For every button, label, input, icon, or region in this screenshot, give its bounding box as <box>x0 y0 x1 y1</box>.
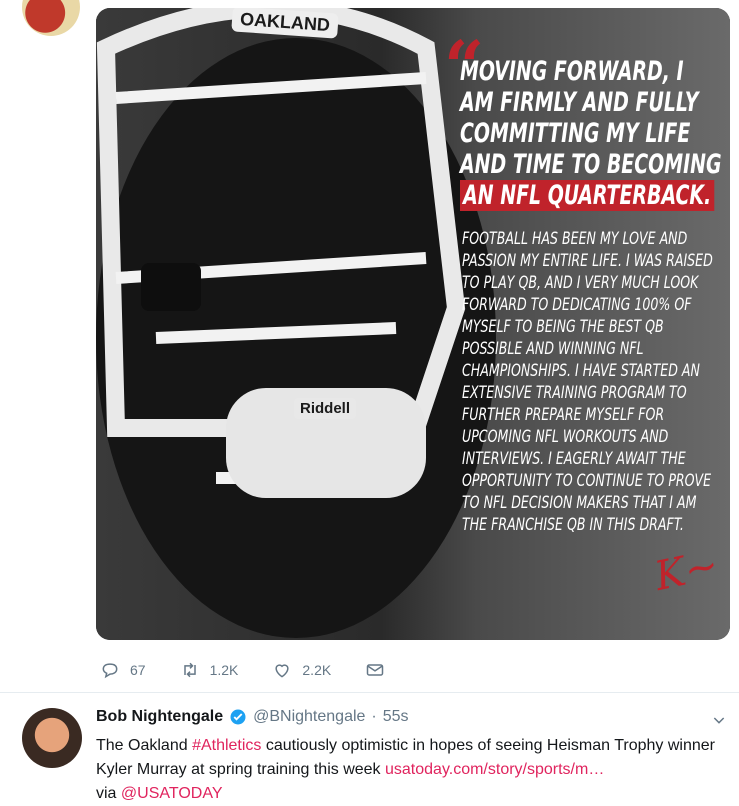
like-count: 2.2K <box>302 662 332 678</box>
chevron-down-icon[interactable] <box>711 712 727 728</box>
helmet-brand: Riddell <box>294 398 357 419</box>
retweet-button[interactable]: 1.2K <box>180 660 239 680</box>
headline-line: AND TIME TO BECOMING <box>460 149 722 180</box>
author-handle[interactable]: @BNightengale <box>253 708 365 726</box>
via-mention-link[interactable]: @USATODAY <box>121 785 223 802</box>
direct-message-button[interactable] <box>365 660 385 680</box>
headline-line: AM FIRMLY AND FULLY <box>460 87 699 118</box>
visor-clip <box>141 263 201 311</box>
tweet-divider <box>0 692 739 693</box>
reply-icon <box>102 663 118 679</box>
like-button[interactable]: 2.2K <box>272 660 331 680</box>
article-link[interactable]: usatoday.com/story/sports/m… <box>385 761 604 778</box>
avatar[interactable] <box>22 708 82 768</box>
reply-button[interactable]: 67 <box>100 660 146 680</box>
tweet-text: The Oakland #Athletics cautiously optimi… <box>96 734 726 806</box>
tweet-actions: 67 1.2K 2.2K <box>100 656 419 684</box>
reply-count: 67 <box>130 662 146 678</box>
tweet-header: Bob Nightengale @BNightengale · 55s <box>96 708 409 726</box>
author-name[interactable]: Bob Nightengale <box>96 708 223 726</box>
quote-block: “ MOVING FORWARD, I AM FIRMLY AND FULLY … <box>444 32 722 211</box>
envelope-icon <box>366 664 384 676</box>
quote-body: FOOTBALL HAS BEEN MY LOVE AND PASSION MY… <box>462 229 713 535</box>
tweet-dot: · <box>371 708 377 725</box>
headline-highlight: AN NFL QUARTERBACK. <box>460 180 715 211</box>
tweet-time[interactable]: 55s <box>383 708 409 726</box>
quote-headline: MOVING FORWARD, I AM FIRMLY AND FULLY CO… <box>460 56 725 211</box>
headline-line: MOVING FORWARD, I <box>460 56 684 87</box>
tweet-image-card[interactable]: OAKLAND Riddell “ MOVING FORWARD, I AM F… <box>96 8 730 640</box>
retweet-count: 1.2K <box>209 662 239 678</box>
via-label: via <box>96 785 121 802</box>
verified-icon <box>230 709 246 725</box>
headline-line: COMMITTING MY LIFE <box>460 118 691 149</box>
tweet-text-start: The Oakland <box>96 737 193 754</box>
hashtag-link[interactable]: #Athletics <box>192 737 261 754</box>
previous-tweet-avatar[interactable] <box>22 0 80 36</box>
heart-icon <box>275 664 289 678</box>
tweet[interactable]: Bob Nightengale @BNightengale · 55s The … <box>0 694 739 802</box>
retweet-icon <box>183 662 196 678</box>
